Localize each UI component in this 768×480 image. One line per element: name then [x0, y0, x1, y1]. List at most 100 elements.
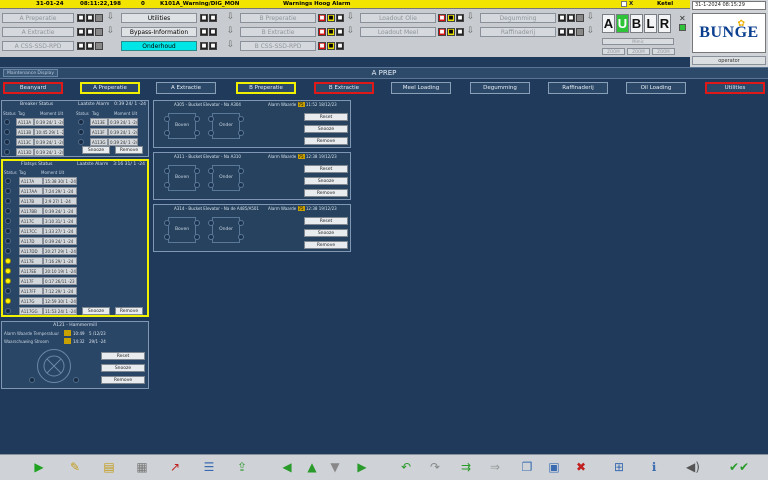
unit-a-button[interactable]: A — [602, 14, 615, 33]
speaker-icon[interactable]: ◀) — [684, 458, 702, 476]
elevator-remove-button[interactable]: Remove — [304, 189, 348, 197]
elevator-reset-button[interactable]: Reset — [304, 113, 348, 121]
arrow-up-icon[interactable]: ▲ — [303, 458, 321, 476]
elevator-bottom-unit[interactable]: Onder — [208, 165, 244, 191]
hammermill-motor[interactable] — [37, 349, 71, 383]
document-icon[interactable]: ▦ — [133, 458, 151, 476]
wrench-icon[interactable]: ✎ — [66, 458, 84, 476]
trend-icon[interactable]: ↗ — [166, 458, 184, 476]
save-as-icon[interactable]: ⊞ — [610, 458, 628, 476]
elevator-top-unit[interactable]: Boven — [164, 113, 200, 139]
table-row[interactable]: A117G 12:59 30/ 1 -24 — [3, 296, 77, 306]
breaker-snooze-button[interactable]: Snooze — [82, 146, 110, 154]
hammermill-reset-button[interactable]: Reset — [101, 352, 145, 360]
tab-meel-loading[interactable]: Meel Loading — [391, 82, 451, 94]
table-row[interactable]: A113C 0:39 24/ 1 -24 — [2, 137, 64, 147]
header-loadout-meel[interactable]: Loadout Meel — [360, 27, 436, 37]
table-row[interactable]: A117FF 7:12 29/ 1 -24 — [3, 286, 77, 296]
download-icon[interactable]: ⇩ — [586, 13, 595, 22]
header-a-extractie[interactable]: A Extractie — [2, 27, 74, 37]
arrow-right-icon[interactable]: ▶ — [353, 458, 371, 476]
operator-label[interactable]: operator — [692, 56, 766, 65]
table-row[interactable]: A113B 10:45 29/ 1 -24 — [2, 127, 64, 137]
info-icon[interactable]: ℹ — [645, 458, 663, 476]
zoom-button-1[interactable]: ZOOM — [602, 48, 625, 55]
elevator-remove-button[interactable]: Remove — [304, 137, 348, 145]
table-row[interactable]: A117DD 20:27 29/ 1 -24 — [3, 246, 77, 256]
download-icon[interactable]: ⇩ — [226, 27, 235, 36]
download-icon[interactable]: ⇩ — [226, 41, 235, 50]
table-row[interactable]: A113F 0:39 24/ 1 -24 — [76, 127, 138, 137]
breaker-remove-button[interactable]: Remove — [115, 146, 143, 154]
unit-l-button[interactable]: L — [644, 14, 657, 33]
download-icon[interactable]: ⇩ — [226, 13, 235, 22]
header-a-css[interactable]: A CSS-SSD-RPD — [2, 41, 74, 51]
tab-beanyard[interactable]: Beanyard — [3, 82, 63, 94]
table-row[interactable]: A117CC 1:33 27/ 1 -24 — [3, 226, 77, 236]
elevator-snooze-button[interactable]: Snooze — [304, 177, 348, 185]
forward-icon[interactable]: ⇉ — [457, 458, 475, 476]
acknowledge-icon[interactable]: ✔✔ — [729, 458, 749, 476]
elevator-reset-button[interactable]: Reset — [304, 165, 348, 173]
download-icon[interactable]: ⇩ — [346, 13, 355, 22]
elevator-snooze-button[interactable]: Snooze — [304, 125, 348, 133]
zoom-button-2[interactable]: ZOOM — [627, 48, 650, 55]
download-icon[interactable]: ⇩ — [466, 13, 475, 22]
elevator-reset-button[interactable]: Reset — [304, 217, 348, 225]
table-row[interactable]: A117BB 0:39 24/ 1 -24 — [3, 206, 77, 216]
unit-u-button[interactable]: U — [616, 14, 629, 33]
table-row[interactable]: A117F 0:17 26/11 -23 — [3, 276, 77, 286]
header-onderhoud[interactable]: Onderhoud — [121, 41, 197, 51]
header-utilities[interactable]: Utilities — [121, 13, 197, 23]
alarm-bar[interactable]: 31-01-24 08:11:22,198 0 K101A_Warning/DI… — [0, 0, 690, 9]
unit-r-button[interactable]: R — [658, 14, 671, 33]
table-row[interactable]: A113D 0:39 24/ 1 -24 — [2, 147, 64, 157]
maintenance-display-tab[interactable]: Maintenance Display — [3, 69, 58, 77]
elevator-remove-button[interactable]: Remove — [304, 241, 348, 249]
table-row[interactable]: A117A 15:38 30/ 1 -24 — [3, 176, 77, 186]
header-degumming[interactable]: Degumming — [480, 13, 556, 23]
tab-utilities[interactable]: Utilities — [705, 82, 765, 94]
hammermill-remove-button[interactable]: Remove — [101, 376, 145, 384]
download-icon[interactable]: ⇩ — [106, 27, 115, 36]
tab-a-extractie[interactable]: A Extractie — [156, 82, 216, 94]
elevator-snooze-button[interactable]: Snooze — [304, 229, 348, 237]
table-row[interactable]: A117EE 20:10 19/ 1 -24 — [3, 266, 77, 276]
play-icon[interactable]: ▶ — [30, 458, 48, 476]
next-icon[interactable]: ⇒ — [486, 458, 504, 476]
zoom-button-3[interactable]: ZOOM — [652, 48, 675, 55]
hammermill-snooze-button[interactable]: Snooze — [101, 364, 145, 372]
alarm-ack-checkbox[interactable] — [621, 1, 627, 7]
table-row[interactable]: A117C 3:10 31/ 1 -24 — [3, 216, 77, 226]
save-icon[interactable]: ▣ — [545, 458, 563, 476]
tab-a-preperatie[interactable]: A Preperatie — [80, 82, 140, 94]
copy-icon[interactable]: ❐ — [518, 458, 536, 476]
tab-b-extractie[interactable]: B Extractie — [314, 82, 374, 94]
tab-degumming[interactable]: Degumming — [470, 82, 530, 94]
table-row[interactable]: A113E 0:39 24/ 1 -24 — [76, 117, 138, 127]
header-raffinaderij[interactable]: Raffinaderij — [480, 27, 556, 37]
download-icon[interactable]: ⇩ — [466, 27, 475, 36]
redo-icon[interactable]: ↷ — [426, 458, 444, 476]
arrow-left-icon[interactable]: ◀ — [278, 458, 296, 476]
table-row[interactable]: A113A 0:39 24/ 1 -24 — [2, 117, 64, 127]
elevator-top-unit[interactable]: Boven — [164, 217, 200, 243]
cancel-icon[interactable]: ✖ — [572, 458, 590, 476]
header-b-preperatie[interactable]: B Preperatie — [240, 13, 316, 23]
close-icon[interactable]: ✕ — [679, 14, 686, 23]
header-a-preperatie[interactable]: A Preperatie — [2, 13, 74, 23]
undo-icon[interactable]: ↶ — [397, 458, 415, 476]
arrow-down-icon[interactable]: ▼ — [326, 458, 344, 476]
header-b-extractie[interactable]: B Extractie — [240, 27, 316, 37]
header-loadout-olie[interactable]: Loadout Olie — [360, 13, 436, 23]
tab-b-preperatie[interactable]: B Preperatie — [236, 82, 296, 94]
download-icon[interactable]: ⇩ — [586, 27, 595, 36]
table-row[interactable]: A117B 2:9 27/ 1 -24 — [3, 196, 77, 206]
table-row[interactable]: A117D 0:39 24/ 1 -24 — [3, 236, 77, 246]
elevator-bottom-unit[interactable]: Onder — [208, 113, 244, 139]
tab-raffinaderij[interactable]: Raffinaderij — [548, 82, 608, 94]
tab-oil-loading[interactable]: Oil Loading — [626, 82, 686, 94]
download-icon[interactable]: ⇩ — [106, 13, 115, 22]
notes-icon[interactable]: ▤ — [100, 458, 118, 476]
download-icon[interactable]: ⇩ — [346, 27, 355, 36]
